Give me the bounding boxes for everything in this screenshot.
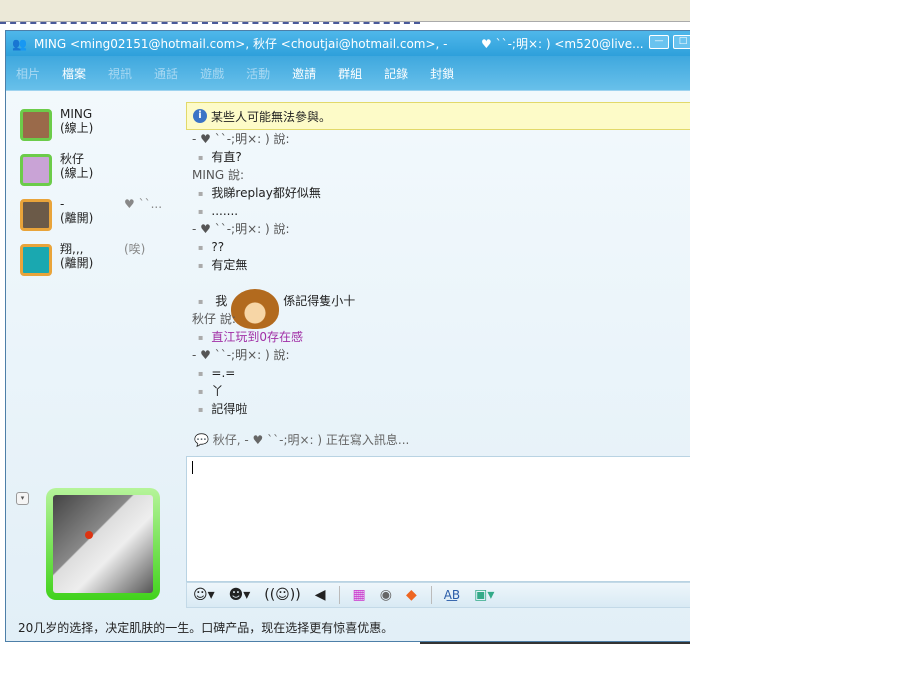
sender-line: MING 說: <box>192 168 245 182</box>
menu-item: 視訊 <box>108 66 133 81</box>
menu-item[interactable]: 封鎖 <box>430 65 454 82</box>
text-caret <box>192 461 193 474</box>
menu-item: 相片 <box>16 66 41 81</box>
typing-status: 💬 秋仔, - ♥ ``-;明×: ) 正在寫入訊息... <box>194 433 410 447</box>
games-button[interactable]: ◆ <box>406 587 417 603</box>
participant-status: (離開) <box>60 211 94 225</box>
participant-avatar <box>20 199 52 231</box>
monkey-emoticon-icon <box>231 288 280 329</box>
participant-item[interactable]: - ♥ ``... (離開) <box>20 197 190 242</box>
expand-toggle[interactable]: ▾ <box>16 492 29 505</box>
participant-extra: ♥ ``... <box>124 197 163 211</box>
title-bar[interactable]: 👥 MING <ming02151@hotmail.com>, 秋仔 <chou… <box>6 31 690 56</box>
participant-name: 翔,,, <box>60 242 84 256</box>
message-line: 直江玩到0存在感 <box>192 328 690 346</box>
menu-bar: 相片 檔案 視訊 通話 遊戲 活動 邀請 群組 記錄 封鎖 <box>6 56 690 91</box>
toolbar-separator <box>339 586 341 604</box>
menu-item[interactable]: 檔案 <box>62 65 86 82</box>
dotted-divider <box>0 22 420 25</box>
nudge-button[interactable]: ((☺)) <box>264 587 300 603</box>
message-input[interactable] <box>186 456 690 582</box>
wink-button[interactable]: ☻▾ <box>229 587 251 603</box>
message-line: ....... <box>192 202 690 220</box>
participant-avatar <box>20 244 52 276</box>
participant-status: (離開) <box>60 256 94 270</box>
messenger-people-icon: 👥 <box>12 36 27 51</box>
participant-info: 翔,,, (唉) (離開) <box>60 242 180 270</box>
participant-list: MING (線上) 秋仔 (線上) - ♥ ``... (離開) 翔,,, (唉) (離開) <box>20 107 190 287</box>
info-icon: i <box>193 109 207 123</box>
title-participants: MING <ming02151@hotmail.com>, 秋仔 <choutj… <box>34 37 448 51</box>
toolbar-separator <box>430 586 432 604</box>
message-text: 我 <box>215 294 228 308</box>
notice-text: 某些人可能無法參與。 <box>211 109 332 124</box>
participant-item[interactable]: MING (線上) <box>20 107 190 152</box>
menu-item[interactable]: 邀請 <box>292 65 316 82</box>
menu-item: 遊戲 <box>200 66 225 81</box>
background-button[interactable]: ▦ <box>352 587 365 603</box>
message-line: =.= <box>192 364 690 382</box>
typing-status-text: 秋仔, - ♥ ``-;明×: ) 正在寫入訊息... <box>212 433 410 447</box>
sender-line: - ♥ ``-;明×: ) 說: <box>192 222 290 236</box>
participant-status: (線上) <box>60 121 94 135</box>
display-picture-image <box>53 495 153 593</box>
message-line: 有定無 <box>192 256 690 274</box>
my-display-picture[interactable] <box>46 488 160 600</box>
menu-item: 活動 <box>246 66 271 81</box>
participant-extra: (唉) <box>124 242 146 256</box>
menu-item: 通話 <box>154 66 179 81</box>
participant-name: 秋仔 <box>60 152 85 166</box>
conversation-history[interactable]: - ♥ ``-;明×: ) 說: 有直? MING 說: 我睇replay都好似無..… <box>192 130 690 430</box>
participant-name: - <box>60 197 65 211</box>
message-line: 我睇replay都好似無 <box>192 184 690 202</box>
message-line: 丫 <box>192 382 690 400</box>
desktop-strip <box>0 0 690 22</box>
emoticon-button[interactable]: ☺▾ <box>193 587 215 603</box>
participant-name: MING <box>60 107 93 121</box>
participant-info: 秋仔 (線上) <box>60 152 180 180</box>
message-line: 我 係記得隻小十 <box>192 274 690 329</box>
sender-line: - ♥ ``-;明×: ) 說: <box>192 132 290 146</box>
participant-item[interactable]: 翔,,, (唉) (離開) <box>20 242 190 287</box>
sender-line: - ♥ ``-;明×: ) 說: <box>192 348 290 362</box>
minimize-button[interactable]: — <box>649 35 669 49</box>
ad-banner-text[interactable]: 20几岁的选择，决定肌肤的一生。口碑产品，现在选择更有惊喜优惠。 <box>18 619 393 636</box>
share-button[interactable]: ▣▾ <box>474 587 494 603</box>
message-line: ?? <box>192 238 690 256</box>
message-text: 係記得隻小十 <box>283 294 356 308</box>
maximize-button[interactable]: □ <box>673 35 690 49</box>
formatting-toolbar: ☺▾ ☻▾ ((☺)) ◀ ▦ ◉ ◆ A͟B ▣▾ <box>186 582 690 608</box>
participant-avatar <box>20 109 52 141</box>
menu-item[interactable]: 記錄 <box>384 65 408 82</box>
participant-info: - ♥ ``... (離開) <box>60 197 180 225</box>
chat-window: 👥 MING <ming02151@hotmail.com>, 秋仔 <chou… <box>5 30 690 642</box>
sound-button[interactable]: ◉ <box>380 587 392 603</box>
title-participant-extra: ♥ ``-;明×: ) <m520@live... <box>481 37 644 51</box>
notice-bar: i 某些人可能無法參與。 <box>186 102 690 130</box>
participant-avatar <box>20 154 52 186</box>
font-button[interactable]: A͟B <box>444 588 460 602</box>
voice-clip-button[interactable]: ◀ <box>315 587 326 603</box>
message-line: 記得啦 <box>192 400 690 418</box>
participant-info: MING (線上) <box>60 107 180 135</box>
participant-status: (線上) <box>60 166 94 180</box>
background-window-edge <box>420 642 690 644</box>
message-line: 有直? <box>192 148 690 166</box>
menu-item[interactable]: 群組 <box>338 65 362 82</box>
participant-item[interactable]: 秋仔 (線上) <box>20 152 190 197</box>
